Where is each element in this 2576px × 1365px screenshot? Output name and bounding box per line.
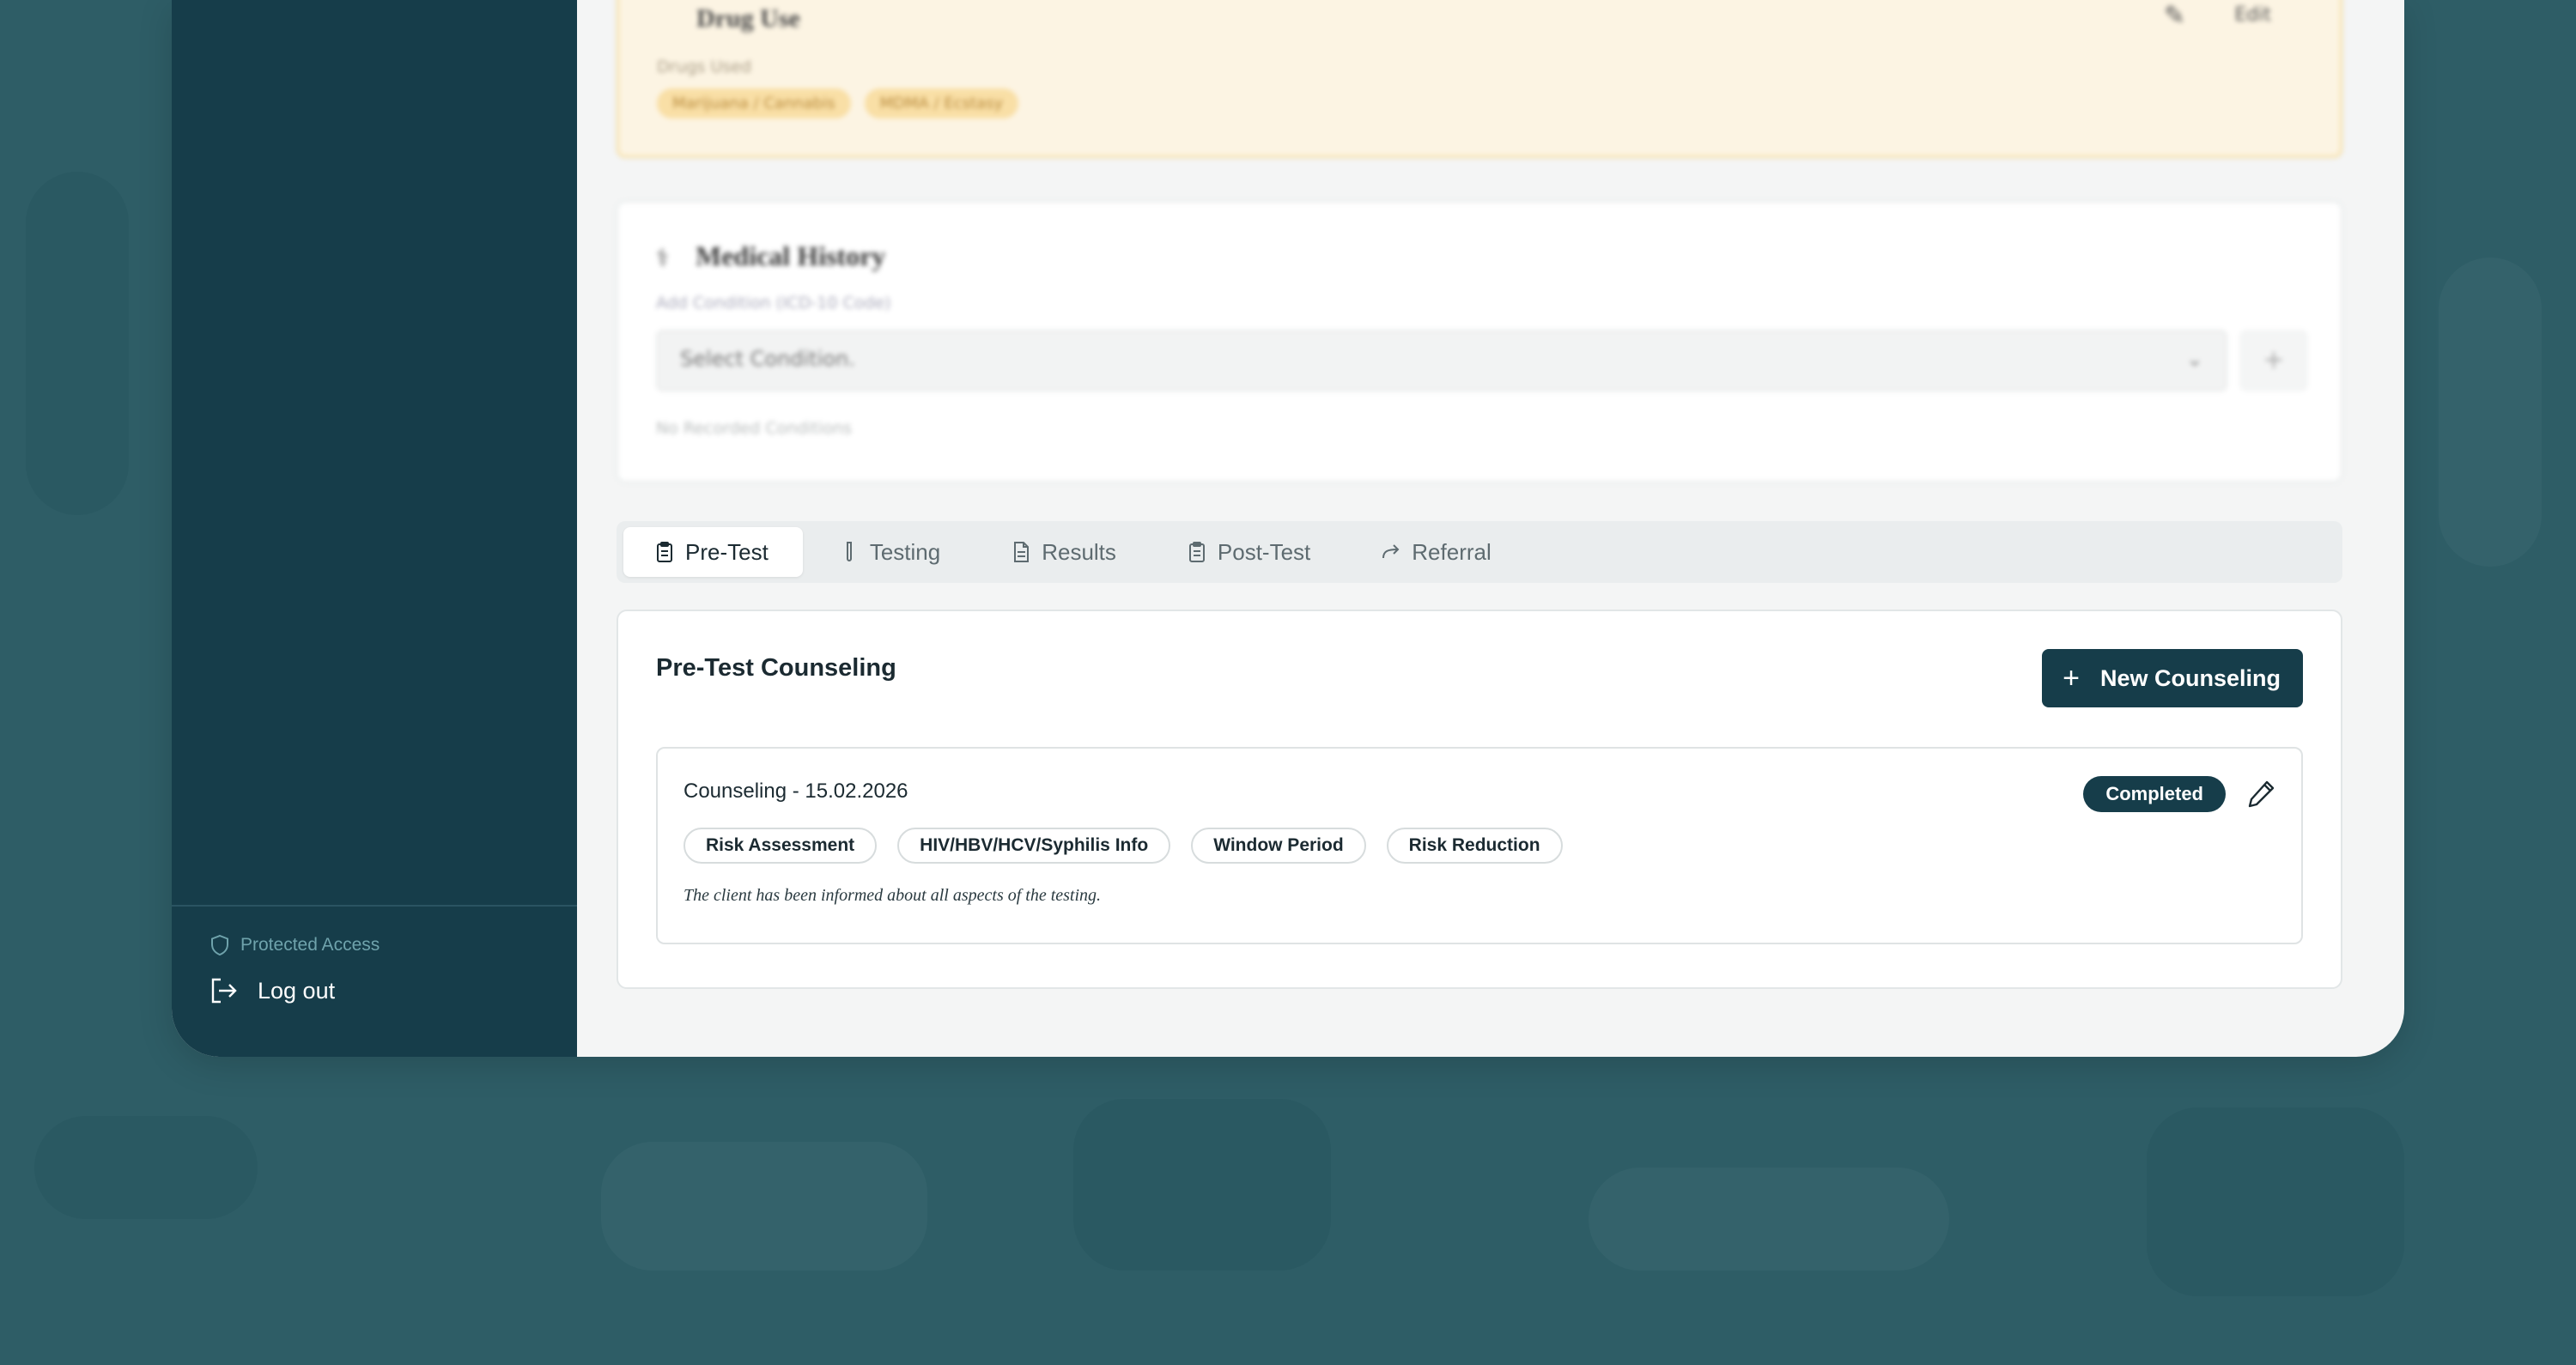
condition-select[interactable]: Select Condition. ⌄ bbox=[656, 330, 2227, 391]
protected-access-indicator: Protected Access bbox=[210, 934, 380, 956]
background-pill-shape bbox=[26, 172, 129, 515]
tab-pre-test[interactable]: Pre-Test bbox=[623, 527, 803, 577]
no-conditions-text: No Recorded Conditions bbox=[656, 419, 852, 438]
pencil-icon[interactable] bbox=[2246, 778, 2277, 809]
tab-label: Referral bbox=[1412, 538, 1492, 565]
stethoscope-icon: ⚕ bbox=[656, 244, 670, 272]
background-pill-shape bbox=[1589, 1168, 1949, 1271]
new-counseling-button[interactable]: + New Counseling bbox=[2042, 649, 2303, 707]
tab-label: Post-Test bbox=[1217, 538, 1311, 565]
tab-bar: Pre-Test Testing Results Post-Test Refer… bbox=[617, 521, 2342, 583]
drug-use-title: Drug Use bbox=[696, 4, 800, 33]
new-counseling-label: New Counseling bbox=[2099, 664, 2281, 691]
drug-tag: Marijuana / Cannabis bbox=[657, 88, 851, 118]
clipboard-icon bbox=[657, 542, 672, 562]
medical-history-card: ⚕ Medical History Add Condition (ICD-10 … bbox=[617, 201, 2342, 482]
background-pill-shape bbox=[601, 1142, 927, 1271]
shield-icon bbox=[211, 934, 228, 956]
topic-tag: Risk Assessment bbox=[683, 828, 878, 864]
status-badge: Completed bbox=[2083, 776, 2226, 812]
tab-testing[interactable]: Testing bbox=[808, 527, 975, 577]
topic-tag: Risk Reduction bbox=[1386, 828, 1563, 864]
counseling-record: Counseling - 15.02.2026 Completed Risk A… bbox=[656, 747, 2303, 944]
tab-results[interactable]: Results bbox=[980, 527, 1151, 577]
chevron-down-icon: ⌄ bbox=[2185, 347, 2203, 371]
add-condition-label: Add Condition (ICD-10 Code) bbox=[656, 294, 891, 312]
edit-drug-use-button[interactable]: Edit bbox=[2234, 4, 2271, 26]
background-pill-shape bbox=[34, 1116, 258, 1219]
topic-tag: HIV/HBV/HCV/Syphilis Info bbox=[897, 828, 1171, 864]
drug-use-card: Drug Use Drugs Used Marijuana / Cannabis… bbox=[617, 0, 2342, 158]
document-icon bbox=[1014, 542, 1030, 562]
background-pill-shape bbox=[2147, 1107, 2404, 1296]
sidebar: Protected Access Log out bbox=[172, 0, 577, 1057]
background-pill-shape bbox=[2439, 258, 2542, 567]
tab-label: Results bbox=[1042, 538, 1116, 565]
counseling-record-title: Counseling - 15.02.2026 bbox=[683, 780, 908, 803]
logout-icon bbox=[211, 978, 237, 1004]
logout-label: Log out bbox=[258, 977, 336, 1004]
clipboard-icon bbox=[1188, 542, 1205, 562]
background-pill-shape bbox=[1073, 1099, 1331, 1271]
main-content: Drug Use Drugs Used Marijuana / Cannabis… bbox=[577, 0, 2404, 1057]
test-tube-icon bbox=[846, 542, 852, 561]
protected-access-label: Protected Access bbox=[240, 935, 380, 955]
app-window: Protected Access Log out Drug Use Drugs … bbox=[172, 0, 2404, 1057]
drug-tags: Marijuana / Cannabis MDMA / Ecstasy bbox=[657, 88, 1019, 118]
logout-button[interactable]: Log out bbox=[210, 977, 335, 1004]
pencil-icon[interactable]: ✎ bbox=[2164, 1, 2185, 31]
add-condition-button[interactable]: + bbox=[2239, 330, 2308, 391]
counseling-topics: Risk Assessment HIV/HBV/HCV/Syphilis Inf… bbox=[683, 828, 1563, 864]
topic-tag: Window Period bbox=[1191, 828, 1366, 864]
counseling-note: The client has been informed about all a… bbox=[683, 886, 1102, 905]
panel-title: Pre-Test Counseling bbox=[656, 654, 896, 682]
condition-select-placeholder: Select Condition. bbox=[680, 347, 855, 371]
tab-label: Pre-Test bbox=[685, 538, 769, 565]
tab-label: Testing bbox=[869, 538, 941, 565]
plus-icon: + bbox=[2063, 662, 2080, 695]
drugs-used-label: Drugs Used bbox=[657, 58, 752, 76]
sidebar-divider bbox=[172, 905, 577, 907]
tab-referral[interactable]: Referral bbox=[1350, 527, 1525, 577]
pre-test-counseling-panel: Pre-Test Counseling + New Counseling Cou… bbox=[617, 610, 2342, 989]
arrow-forward-icon bbox=[1382, 544, 1400, 559]
medical-history-title: Medical History bbox=[696, 240, 886, 271]
tab-post-test[interactable]: Post-Test bbox=[1156, 527, 1345, 577]
drug-tag: MDMA / Ecstasy bbox=[864, 88, 1019, 118]
